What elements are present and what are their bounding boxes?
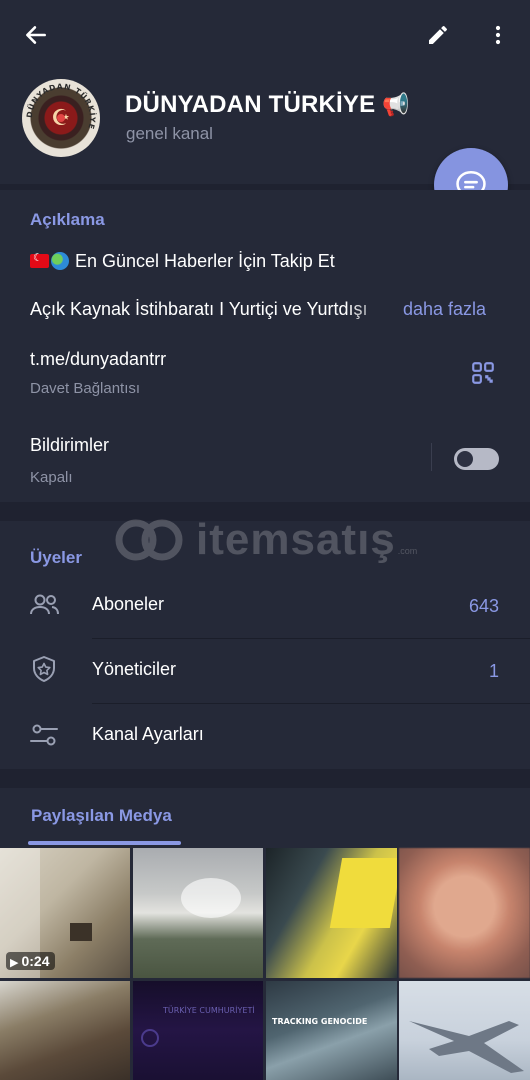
channel-name: DÜNYADAN TÜRKİYE bbox=[125, 91, 376, 118]
members-title: Üyeler bbox=[30, 548, 82, 567]
arrow-left-icon bbox=[26, 26, 46, 44]
more-vertical-icon bbox=[495, 25, 501, 45]
turkey-flag-icon bbox=[30, 251, 49, 268]
itemsatis-logo-icon bbox=[115, 519, 183, 561]
admins-label: Yöneticiler bbox=[92, 659, 177, 679]
watermark-domain: .com bbox=[397, 546, 418, 556]
thumb-window bbox=[70, 923, 92, 941]
thumb-caption: TRACKING GENOCIDE bbox=[272, 1017, 368, 1026]
pencil-icon bbox=[429, 26, 447, 44]
toggle-knob bbox=[455, 449, 475, 469]
edit-button[interactable] bbox=[416, 16, 460, 54]
back-button[interactable] bbox=[14, 16, 58, 54]
channel-type: genel kanal bbox=[126, 124, 213, 143]
itemsatis-watermark: itemsatış .com bbox=[112, 515, 417, 565]
description-line-2-text: Açık Kaynak İstihbaratı I Yurtiçi ve Yur… bbox=[30, 299, 368, 319]
thumb-smoke bbox=[181, 878, 241, 918]
notifications-toggle[interactable] bbox=[454, 448, 499, 470]
media-thumbnail[interactable] bbox=[266, 848, 397, 978]
avatar-ring-text: DÜNYADAN TÜRKİYE bbox=[25, 82, 97, 131]
shield-star-icon bbox=[33, 656, 55, 682]
notifications-label: Bildirimler bbox=[30, 435, 110, 455]
channel-settings-label: Kanal Ayarları bbox=[92, 724, 204, 744]
watermark-brand: itemsatış bbox=[196, 515, 396, 564]
subscribers-label: Aboneler bbox=[92, 594, 165, 614]
video-duration-badge: ▶ 0:24 bbox=[6, 952, 55, 970]
media-thumbnail[interactable] bbox=[399, 848, 530, 978]
row-separator bbox=[92, 638, 530, 639]
thumb-caption: TÜRKİYE CUMHURİYETİ bbox=[163, 1006, 255, 1015]
description-line-2: Açık Kaynak İstihbaratı I Yurtiçi ve Yur… bbox=[30, 295, 500, 325]
media-thumbnail[interactable]: TRACKING GENOCIDE bbox=[266, 981, 397, 1080]
people-icon bbox=[30, 594, 59, 615]
globe-icon bbox=[51, 252, 69, 270]
play-icon: ▶ bbox=[10, 957, 19, 969]
admins-count: 1 bbox=[488, 661, 499, 681]
fighter-jet-image bbox=[409, 1021, 524, 1073]
more-options-button[interactable] bbox=[478, 16, 518, 54]
notifications-state: Kapalı bbox=[30, 469, 73, 486]
media-thumbnail[interactable]: TÜRKİYE CUMHURİYETİ bbox=[133, 981, 263, 1080]
thumb-flag bbox=[329, 858, 397, 928]
invite-link[interactable]: t.me/dunyadantrr bbox=[30, 349, 166, 370]
row-separator bbox=[92, 703, 530, 704]
channel-title: DÜNYADAN TÜRKİYE 📢 bbox=[125, 91, 410, 119]
thumb-emblem bbox=[141, 1029, 159, 1047]
media-thumbnail[interactable] bbox=[133, 848, 263, 978]
megaphone-icon: 📢 bbox=[382, 93, 410, 118]
description-line-1-text: En Güncel Haberler İçin Takip Et bbox=[75, 251, 335, 271]
about-title: Açıklama bbox=[30, 210, 105, 229]
video-duration: 0:24 bbox=[21, 953, 50, 969]
subscribers-count: 643 bbox=[468, 596, 499, 616]
sliders-icon bbox=[30, 724, 58, 746]
tab-shared-media[interactable]: Paylaşılan Medya bbox=[31, 806, 172, 826]
active-tab-indicator bbox=[28, 841, 181, 845]
media-thumbnail[interactable] bbox=[0, 981, 130, 1080]
divider bbox=[431, 443, 432, 471]
media-thumbnail[interactable] bbox=[399, 981, 530, 1080]
qr-code-icon bbox=[472, 362, 494, 384]
svg-text:DÜNYADAN TÜRKİYE: DÜNYADAN TÜRKİYE bbox=[25, 82, 97, 131]
channel-avatar[interactable]: DÜNYADAN TÜRKİYE ☪ bbox=[22, 79, 100, 157]
show-more-link[interactable]: daha fazla bbox=[403, 299, 487, 320]
description-line-1: En Güncel Haberler İçin Takip Et bbox=[30, 251, 335, 272]
avatar-ring-label: DÜNYADAN TÜRKİYE bbox=[25, 82, 96, 131]
invite-link-caption: Davet Bağlantısı bbox=[30, 380, 141, 397]
qr-code-button[interactable] bbox=[470, 360, 496, 386]
